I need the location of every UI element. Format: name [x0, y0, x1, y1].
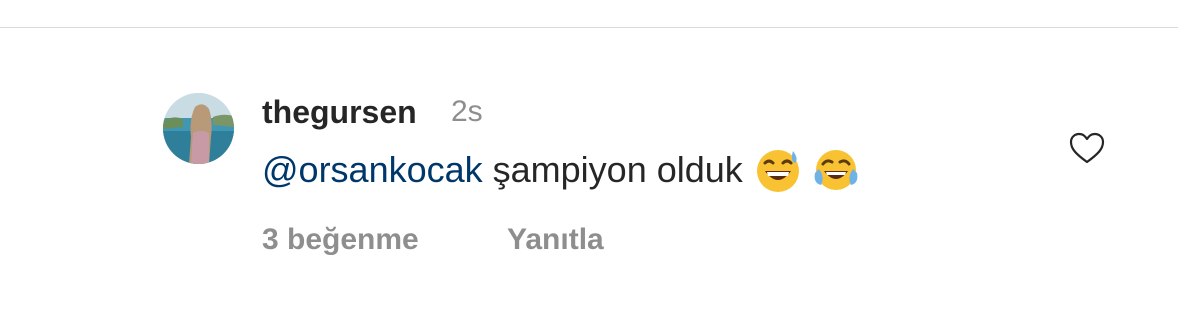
comment-username[interactable]: thegursen [262, 90, 417, 134]
grinning-face-with-sweat-emoji [755, 147, 801, 193]
comment-body: @orsankocak şampiyon olduk [262, 145, 859, 195]
comment-timestamp: 2s [451, 95, 483, 128]
avatar[interactable] [163, 93, 234, 164]
reply-button[interactable]: Yanıtla [507, 218, 604, 262]
comment-meta-row: 3 beğenme Yanıtla [262, 218, 604, 262]
top-divider [0, 27, 1178, 28]
face-with-tears-of-joy-emoji [813, 147, 859, 193]
heart-outline-icon[interactable] [1068, 130, 1106, 166]
comment-mention[interactable]: @orsankocak [262, 145, 483, 195]
comment-text: şampiyon olduk [492, 149, 743, 190]
likes-count-button[interactable]: 3 beğenme [262, 223, 419, 256]
